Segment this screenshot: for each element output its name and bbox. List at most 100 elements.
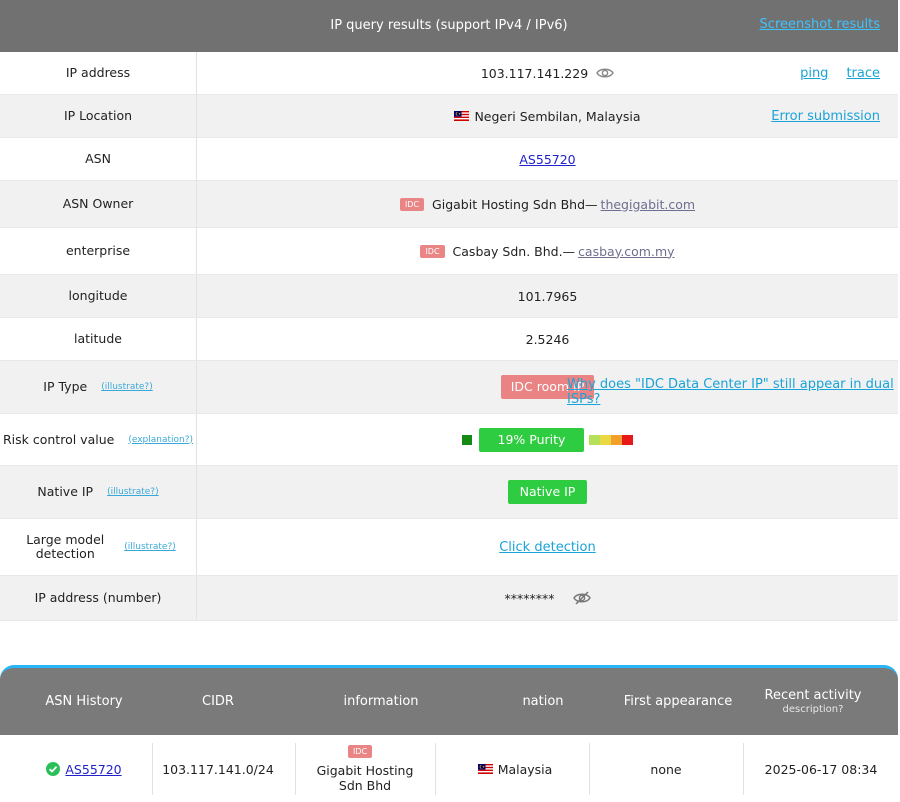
row-enterprise: enterprise IDC Casbay Sdn. Bhd.— casbay.… (0, 228, 898, 275)
row-asn-owner: ASN Owner IDC Gigabit Hosting Sdn Bhd— t… (0, 181, 898, 228)
label-ip-address: IP address (0, 52, 197, 94)
asn-owner-name: Gigabit Hosting Sdn Bhd— (432, 196, 598, 212)
value-ip-location: Negeri Sembilan, Malaysia Error submissi… (197, 95, 898, 137)
idc-badge: IDC (420, 244, 445, 258)
purity-pill: 19% Purity (479, 427, 584, 452)
label-risk: Risk control value (explanation?) (0, 414, 197, 465)
ip-type-label-text: IP Type (43, 379, 88, 394)
label-latitude: latitude (0, 318, 197, 360)
enterprise-name: Casbay Sdn. Bhd.— (452, 243, 576, 259)
llm-help-link[interactable]: (illustrate?) (124, 540, 176, 554)
col-recent-activity: Recent activity description? (746, 668, 880, 735)
label-native-ip: Native IP (illustrate?) (0, 466, 197, 518)
risk-scale-segment (622, 434, 633, 445)
asn-history-table: ASN History CIDR information nation Firs… (0, 665, 898, 802)
ip-number-masked: ******** (504, 590, 555, 606)
row-latitude: latitude 2.5246 (0, 318, 898, 361)
error-submission-link[interactable]: Error submission (771, 109, 880, 124)
row-risk: Risk control value (explanation?) 19% Pu… (0, 414, 898, 466)
ip-type-help-link[interactable]: (illustrate?) (101, 380, 153, 394)
eye-icon[interactable] (596, 67, 614, 79)
label-enterprise: enterprise (0, 228, 197, 274)
history-nation-text: Malaysia (497, 761, 553, 777)
screenshot-results-link[interactable]: Screenshot results (760, 17, 880, 32)
label-ip-number: IP address (number) (0, 576, 197, 620)
risk-indicator (462, 434, 472, 445)
risk-label-text: Risk control value (2, 431, 115, 447)
row-ip-type: IP Type (illustrate?) IDC room IP Why do… (0, 361, 898, 414)
malaysia-flag-icon (477, 764, 493, 774)
col-asn-history: ASN History (45, 694, 123, 709)
row-ip-address: IP address 103.117.141.229 ping trace (0, 52, 898, 95)
value-ip-address: 103.117.141.229 ping trace (197, 52, 898, 94)
table-row: AS55720 103.117.141.0/24 IDC Gigabit Hos… (0, 735, 898, 802)
col-nation: nation (522, 694, 564, 709)
row-longitude: longitude 101.7965 (0, 275, 898, 318)
value-ip-number: ******** (197, 576, 898, 620)
row-asn: ASN AS55720 (0, 138, 898, 181)
label-longitude: longitude (0, 275, 197, 317)
history-asn-link[interactable]: AS55720 (65, 762, 121, 777)
value-enterprise: IDC Casbay Sdn. Bhd.— casbay.com.my (197, 228, 898, 274)
column-divider (435, 743, 436, 795)
column-divider (589, 743, 590, 795)
check-circle-icon (46, 762, 61, 776)
row-native-ip: Native IP (illustrate?) Native IP (0, 466, 898, 519)
label-llm-detection: Large model detection (illustrate?) (0, 519, 197, 575)
col-cidr: CIDR (202, 694, 234, 709)
value-asn: AS55720 (197, 138, 898, 180)
recent-activity-title: Recent activity (764, 688, 862, 703)
row-llm-detection: Large model detection (illustrate?) Clic… (0, 519, 898, 576)
value-latitude: 2.5246 (525, 331, 570, 347)
native-ip-label-text: Native IP (37, 484, 94, 499)
location-text: Negeri Sembilan, Malaysia (474, 108, 641, 124)
row-ip-number: IP address (number) ******** (0, 576, 898, 621)
label-asn-owner: ASN Owner (0, 181, 197, 227)
location-tools: Error submission (771, 95, 880, 137)
risk-help-link[interactable]: (explanation?) (128, 433, 193, 447)
risk-scale-segment (611, 434, 622, 445)
value-asn-owner: IDC Gigabit Hosting Sdn Bhd— thegigabit.… (197, 181, 898, 227)
label-ip-location: IP Location (0, 95, 197, 137)
value-risk: 19% Purity (197, 414, 898, 465)
llm-label-text: Large model detection (26, 532, 105, 561)
eye-off-icon[interactable] (572, 591, 591, 605)
trace-link[interactable]: trace (846, 66, 880, 81)
enterprise-site-link[interactable]: casbay.com.my (578, 244, 674, 259)
dual-isp-question-link[interactable]: Why does "IDC Data Center IP" still appe… (567, 377, 898, 407)
col-first-appearance: First appearance (623, 694, 733, 709)
label-ip-type: IP Type (illustrate?) (0, 361, 197, 413)
value-native-ip: Native IP (197, 466, 898, 518)
ping-link[interactable]: ping (800, 66, 828, 81)
risk-scale-bar (589, 434, 633, 445)
ip-tools: ping trace (800, 52, 880, 94)
native-ip-help-link[interactable]: (illustrate?) (107, 485, 159, 499)
idc-badge: IDC (399, 197, 425, 211)
click-detection-link[interactable]: Click detection (499, 540, 596, 555)
results-header: IP query results (support IPv4 / IPv6) S… (0, 0, 898, 52)
malaysia-flag-icon (454, 111, 470, 121)
history-nation-cell: Malaysia (440, 743, 590, 795)
history-recent-cell: 2025-06-17 08:34 (764, 761, 878, 777)
risk-scale-segment (600, 434, 611, 445)
value-longitude: 101.7965 (517, 288, 578, 304)
native-ip-badge: Native IP (507, 480, 588, 504)
idc-badge: IDC (347, 745, 373, 759)
recent-activity-description[interactable]: description? (783, 704, 844, 715)
history-info-text: Gigabit Hosting Sdn Bhd (316, 762, 414, 793)
asn-owner-site-link[interactable]: thegigabit.com (601, 197, 696, 212)
risk-scale-segment (589, 434, 600, 445)
label-asn: ASN (0, 138, 197, 180)
history-info-cell: IDC Gigabit Hosting Sdn Bhd (305, 743, 425, 795)
value-ip-type: IDC room IP Why does "IDC Data Center IP… (197, 361, 898, 413)
col-information: information (343, 694, 419, 709)
history-cidr-cell: 103.117.141.0/24 (162, 761, 274, 777)
column-divider (743, 743, 744, 795)
ip-info-table: IP address 103.117.141.229 ping trace IP… (0, 52, 898, 621)
asn-history-header: ASN History CIDR information nation Firs… (0, 665, 898, 735)
asn-link[interactable]: AS55720 (519, 152, 575, 167)
value-llm-detection: Click detection (197, 519, 898, 575)
history-asn-cell: AS55720 (0, 743, 168, 795)
column-divider (295, 743, 296, 795)
history-first-cell: none (650, 761, 682, 777)
